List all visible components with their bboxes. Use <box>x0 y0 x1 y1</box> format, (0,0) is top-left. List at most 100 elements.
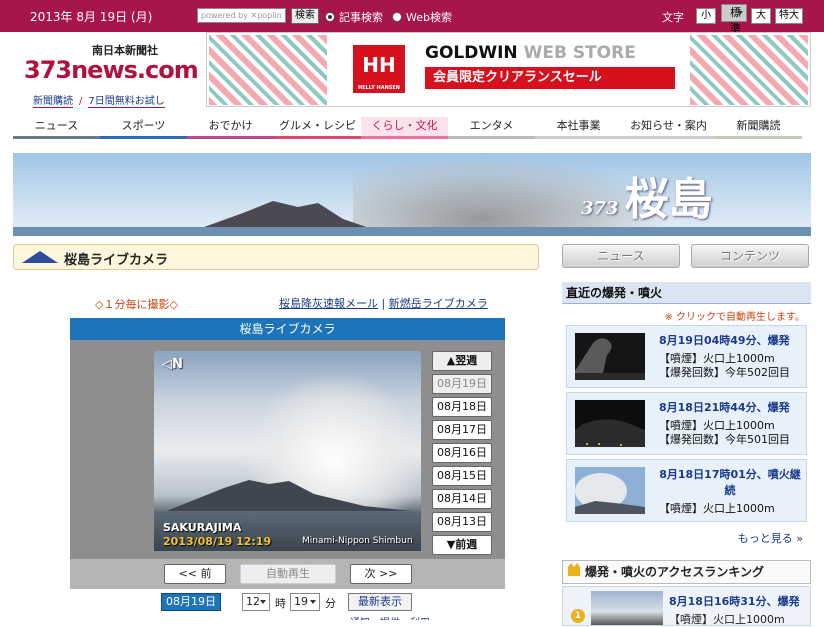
prev-button[interactable]: << 前 <box>164 564 226 584</box>
latest-button[interactable]: 最新表示 <box>348 593 412 611</box>
nav-sports[interactable]: スポーツ <box>100 117 187 139</box>
site-logo-text: 373news.com <box>24 56 199 84</box>
ranking-item[interactable]: 1 8月18日16時31分、爆発 【噴煙】火口上1000m <box>562 586 811 626</box>
live-camera-viewer: 桜島ライブカメラ ◁N SAKURAJIMA 2013/08/19 12:19 … <box>70 318 505 618</box>
mountain-icon <box>22 251 58 263</box>
font-size-standard-button[interactable]: 標準 <box>721 4 747 35</box>
main-nav: ニュース スポーツ おでかけ グルメ・レシピ くらし・文化 エンタメ 本社事業 … <box>13 117 811 139</box>
rank-number: 1 <box>571 609 585 623</box>
crown-icon <box>568 563 580 576</box>
nav-entame[interactable]: エンタメ <box>448 117 535 139</box>
ranking-plume: 【噴煙】火口上1000m <box>669 613 785 626</box>
recent-eruptions-panel: 直近の爆発・噴火 ※ クリックで自動再生します。 8月19日04時49分、爆発 … <box>562 282 811 546</box>
header-links: 新聞購読/7日間無料お試し <box>33 96 165 108</box>
nav-kurashi[interactable]: くらし・文化 <box>361 117 448 139</box>
banner-sea <box>13 227 811 236</box>
font-size-xlarge-button[interactable]: 特大 <box>775 8 803 24</box>
ranking-title: 8月18日16時31分、爆発 <box>669 595 800 608</box>
eruption-item[interactable]: 8月18日17時01分、噴火継続 【噴煙】火口上1000m <box>566 459 807 522</box>
camera-photo: ◁N SAKURAJIMA 2013/08/19 12:19 Minami-Ni… <box>154 351 421 551</box>
day-button[interactable]: 08月15日 <box>432 466 492 486</box>
radio-web-search[interactable]: Web検索 <box>392 9 452 25</box>
font-size-label: 文字 <box>662 11 684 24</box>
radio-article-search[interactable]: 記事検索 <box>325 9 383 25</box>
eruption-title: 8月18日21時44分、爆発 <box>659 401 790 414</box>
radio-web-label: Web検索 <box>406 11 452 24</box>
search-input[interactable]: powered by ✕poplin <box>197 8 286 23</box>
next-button[interactable]: 次 >> <box>350 564 412 584</box>
day-button[interactable]: 08月17日 <box>432 420 492 440</box>
helly-hansen-logo: HH HELLY HANSEN <box>353 45 405 93</box>
font-size-large-button[interactable]: 大 <box>751 8 771 24</box>
radio-dot-icon <box>392 12 402 22</box>
nav-company[interactable]: 本社事業 <box>535 117 622 139</box>
day-list: ▲翌週 08月19日 08月18日 08月17日 08月16日 08月15日 0… <box>432 351 494 558</box>
site-logo[interactable]: 南日本新聞社 373news.com <box>24 42 199 84</box>
free-trial-link[interactable]: 7日間無料お試し <box>88 96 165 108</box>
ad-banner[interactable]: HH HELLY HANSEN GOLDWIN WEB STORE 会員限定クリア… <box>206 32 811 107</box>
more-link[interactable]: もっと見る » <box>562 526 811 546</box>
radio-article-label: 記事検索 <box>339 11 383 24</box>
north-compass-icon: ◁N <box>162 357 183 372</box>
viewer-footer-links[interactable]: 通知・提供・利用... <box>350 614 490 620</box>
tab-news[interactable]: ニュース <box>562 244 680 268</box>
playback-controls: << 前 自動再生 次 >> <box>70 559 505 589</box>
eruption-item[interactable]: 8月19日04時49分、爆発 【噴煙】火口上1000m 【爆発回数】今年502回… <box>566 325 807 388</box>
day-button[interactable]: 08月16日 <box>432 443 492 463</box>
prev-week-button[interactable]: ▼前週 <box>432 535 492 555</box>
minute-select[interactable]: 19 <box>290 593 320 611</box>
eruption-thumbnail <box>575 333 645 380</box>
capture-interval: ◇１分毎に撮影◇ <box>95 298 178 311</box>
banner-title: 373 桜島 <box>581 174 713 225</box>
recent-eruptions-heading: 直近の爆発・噴火 <box>562 282 811 304</box>
hour-select[interactable]: 12 <box>242 593 270 611</box>
tab-contents[interactable]: コンテンツ <box>691 244 809 268</box>
nav-info[interactable]: お知らせ・案内 <box>622 117 715 139</box>
site-header: 南日本新聞社 373news.com 新聞購読/7日間無料お試し HH HELLY… <box>0 32 824 114</box>
ad-sale-text: 会員限定クリアランスセール <box>425 67 675 89</box>
eruption-title: 8月18日17時01分、噴火継続 <box>659 468 801 497</box>
camera-location: SAKURAJIMA <box>163 521 242 534</box>
nav-gourmet[interactable]: グルメ・レシピ <box>274 117 361 139</box>
autoplay-button[interactable]: 自動再生 <box>240 564 336 584</box>
ash-mail-link[interactable]: 桜島降灰速報メール <box>279 297 378 310</box>
shinmoedake-camera-link[interactable]: 新燃岳ライブカメラ <box>389 297 488 310</box>
next-week-button[interactable]: ▲翌週 <box>432 351 492 371</box>
ad-store-name: GOLDWIN WEB STORE <box>425 43 636 63</box>
eruption-plume: 【噴煙】火口上1000m <box>659 502 775 515</box>
ad-shirts-image <box>209 35 327 105</box>
day-button[interactable]: 08月13日 <box>432 512 492 532</box>
minute-unit: 分 <box>325 597 336 610</box>
eruption-item[interactable]: 8月18日21時44分、爆発 【噴煙】火口上1000m 【爆発回数】今年501回… <box>566 392 807 455</box>
autoplay-note: ※ クリックで自動再生します。 <box>664 312 805 323</box>
eruption-title: 8月19日04時49分、爆発 <box>659 334 790 347</box>
eruption-thumbnail <box>575 467 645 514</box>
day-button[interactable]: 08月14日 <box>432 489 492 509</box>
day-button[interactable]: 08月18日 <box>432 397 492 417</box>
nav-news[interactable]: ニュース <box>13 117 100 139</box>
ad-shirts-image <box>690 35 808 105</box>
ranking-heading: 爆発・噴火のアクセスランキング <box>562 560 811 584</box>
nav-subscribe[interactable]: 新聞購読 <box>715 117 802 139</box>
radio-dot-icon <box>325 12 335 22</box>
current-date: 2013年 8月 19日 (月) <box>30 10 153 24</box>
viewer-title: 桜島ライブカメラ <box>70 318 505 340</box>
camera-credit: Minami-Nippon Shimbun <box>302 536 413 546</box>
search-button[interactable]: 検索 <box>291 8 319 24</box>
date-field[interactable]: 08月19日 <box>161 593 221 611</box>
eruption-thumbnail <box>575 400 645 447</box>
camera-timestamp: 2013/08/19 12:19 <box>163 535 272 548</box>
nav-odekake[interactable]: おでかけ <box>187 117 274 139</box>
font-size-small-button[interactable]: 小 <box>696 8 716 24</box>
hour-unit: 時 <box>275 597 286 610</box>
subscribe-link[interactable]: 新聞購読 <box>33 96 73 108</box>
sakurajima-mountain <box>154 480 421 516</box>
camera-section-title: 桜島ライブカメラ <box>64 253 169 268</box>
camera-section-heading: 桜島ライブカメラ <box>13 244 539 270</box>
eruption-count: 【爆発回数】今年501回目 <box>659 433 790 446</box>
camera-links: 桜島降灰速報メール | 新燃岳ライブカメラ <box>279 297 488 310</box>
day-button[interactable]: 08月19日 <box>432 374 492 394</box>
eruption-count: 【爆発回数】今年502回目 <box>659 366 790 379</box>
top-bar: 2013年 8月 19日 (月) powered by ✕poplin 検索 記… <box>0 0 824 35</box>
sakurajima-banner: 373 桜島 <box>13 153 811 236</box>
